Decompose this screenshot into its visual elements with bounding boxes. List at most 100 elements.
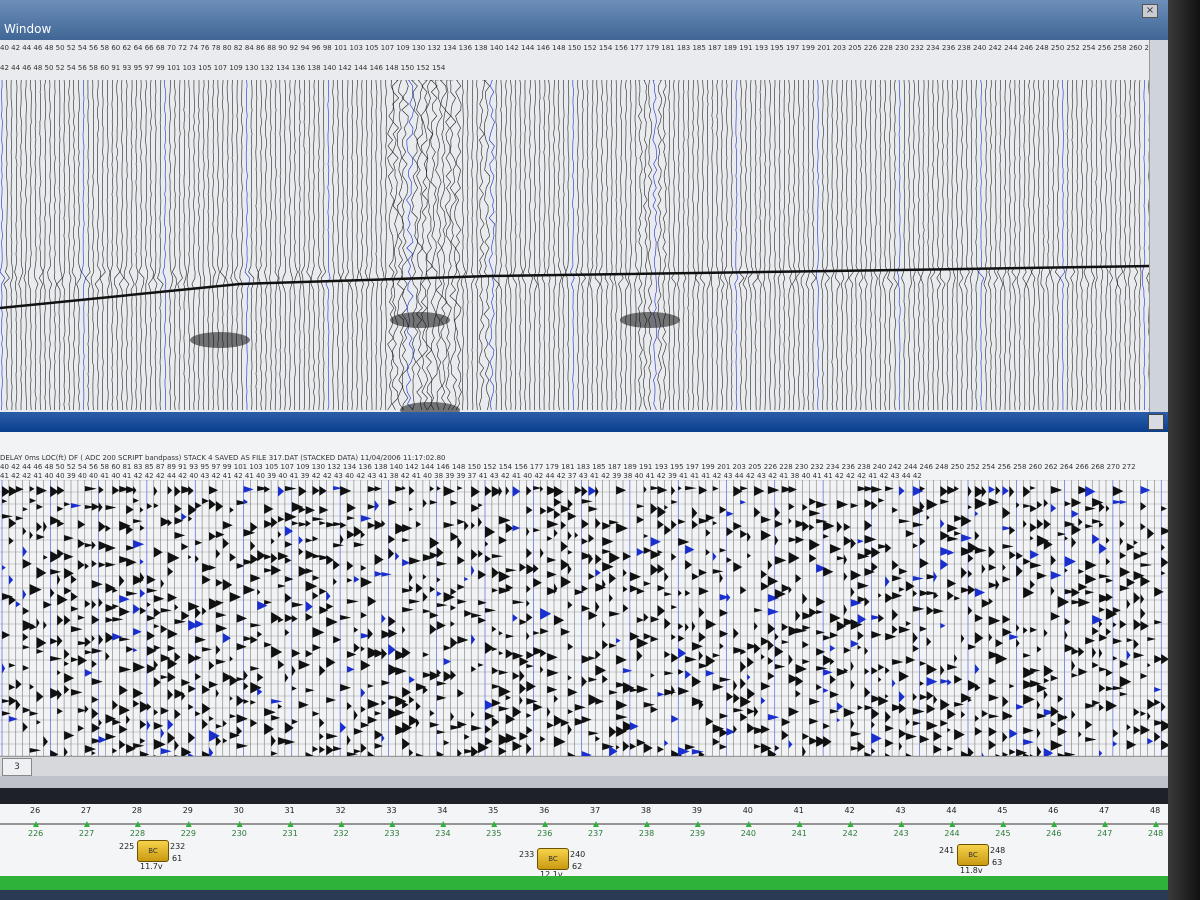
wiggle-fill bbox=[692, 507, 698, 519]
trace bbox=[298, 80, 302, 411]
wiggle-fill bbox=[215, 624, 228, 633]
wiggle-fill bbox=[657, 605, 666, 617]
wiggle-fill bbox=[1140, 502, 1147, 511]
seismograph-box[interactable]: BC bbox=[957, 844, 989, 866]
wiggle-fill bbox=[857, 614, 867, 625]
wiggle-fill bbox=[540, 649, 547, 658]
geophone-number: 244 bbox=[944, 829, 960, 838]
wiggle-fill bbox=[450, 621, 455, 627]
wiggle-fill bbox=[174, 486, 181, 497]
wiggle-fill bbox=[195, 620, 204, 629]
wiggle-fill bbox=[305, 538, 313, 543]
wiggle-fill bbox=[540, 507, 547, 515]
wiggle-fill bbox=[767, 560, 773, 571]
wiggle-fill bbox=[505, 486, 510, 496]
wiggle-fill bbox=[326, 657, 336, 668]
wiggle-fill bbox=[471, 613, 482, 618]
wiggle-fill bbox=[899, 729, 907, 739]
wiggle-fill bbox=[705, 619, 717, 630]
trace bbox=[652, 80, 658, 411]
wiggle-fill bbox=[761, 654, 765, 660]
wiggle-fill bbox=[29, 531, 33, 540]
wiggle-fill bbox=[919, 661, 927, 666]
tab-3[interactable]: 3 bbox=[2, 758, 32, 776]
trace bbox=[773, 80, 777, 411]
wiggle-fill bbox=[809, 718, 819, 725]
vertical-scrollbar[interactable] bbox=[1149, 40, 1168, 412]
wiggle-fill bbox=[878, 664, 885, 671]
wiggle-fill bbox=[761, 725, 770, 734]
wiggle-fill bbox=[188, 486, 194, 496]
wiggle-fill bbox=[485, 737, 493, 746]
trace bbox=[177, 80, 183, 411]
wiggle-fill bbox=[740, 661, 746, 673]
wiggle-fill bbox=[678, 519, 686, 525]
wiggle-fill bbox=[809, 554, 817, 563]
wiggle-fill bbox=[705, 717, 714, 726]
station-number: 48 bbox=[1150, 806, 1161, 815]
wiggle-fill bbox=[215, 645, 221, 655]
close-icon[interactable]: × bbox=[1142, 4, 1158, 18]
wiggle-fill bbox=[57, 594, 68, 606]
wiggle-fill bbox=[153, 739, 166, 750]
wiggle-fill bbox=[243, 499, 248, 505]
wiggle-fill bbox=[954, 729, 965, 741]
wiggle-fill bbox=[968, 486, 972, 497]
wiggle-fill bbox=[133, 628, 142, 636]
station-number: 34 bbox=[437, 806, 448, 815]
wiggle-fill bbox=[526, 600, 530, 607]
trace bbox=[855, 80, 859, 411]
wiggle-fill bbox=[64, 673, 75, 684]
wiggle-fill bbox=[485, 541, 489, 547]
station-number: 35 bbox=[488, 806, 499, 815]
wiggle-fill bbox=[899, 671, 909, 682]
wiggle-fill bbox=[671, 486, 676, 496]
trace bbox=[958, 80, 964, 411]
wiggle-fill bbox=[188, 602, 200, 612]
wiggle-fill bbox=[91, 560, 97, 568]
wiggle-fill bbox=[1016, 624, 1020, 632]
wiggle-fill bbox=[1106, 537, 1110, 544]
panel-splitter[interactable] bbox=[0, 412, 1168, 432]
box-left-label: 241 bbox=[939, 846, 955, 855]
wiggle-fill bbox=[505, 523, 514, 534]
wiggle-fill bbox=[588, 677, 598, 683]
wiggle-fill bbox=[905, 581, 915, 592]
trace bbox=[1123, 80, 1127, 411]
trace bbox=[729, 80, 734, 411]
wiggle-fill bbox=[140, 607, 147, 615]
wiggle-fill bbox=[974, 715, 979, 722]
wiggle-fill bbox=[974, 664, 980, 675]
wiggle-fill bbox=[547, 536, 553, 542]
wiggle-fill bbox=[692, 573, 699, 581]
wiggle-fill bbox=[926, 606, 934, 616]
wiggle-fill bbox=[112, 700, 118, 711]
wiggle-fill bbox=[974, 531, 980, 541]
wiggle-fill bbox=[222, 521, 233, 530]
wiggle-fill bbox=[905, 733, 917, 740]
geophone-number: 235 bbox=[486, 829, 502, 838]
box-left-label: 233 bbox=[519, 850, 535, 859]
seismograph-box[interactable]: BC bbox=[537, 848, 569, 870]
wiggle-fill bbox=[871, 501, 878, 510]
wiggle-fill bbox=[623, 741, 630, 752]
wiggle-fill bbox=[457, 537, 462, 549]
wiggle-fill bbox=[767, 576, 779, 587]
wiggle-fill bbox=[512, 600, 525, 605]
seismograph-box[interactable]: BC bbox=[137, 840, 169, 862]
wiggle-fill bbox=[581, 538, 588, 545]
wiggle-fill bbox=[843, 708, 856, 718]
wiggle-fill bbox=[22, 633, 29, 642]
minimize-icon[interactable] bbox=[1148, 414, 1164, 430]
trace bbox=[454, 80, 462, 411]
horizontal-scrollbar[interactable] bbox=[0, 776, 1168, 788]
trace bbox=[85, 80, 91, 411]
wiggle-fill bbox=[409, 486, 415, 496]
wiggle-fill bbox=[98, 634, 104, 646]
trace bbox=[662, 80, 667, 411]
wiggle-fill bbox=[215, 579, 223, 587]
wiggle-fill bbox=[409, 572, 413, 583]
wiggle-fill bbox=[1050, 504, 1057, 513]
wiggle-fill bbox=[1030, 486, 1036, 490]
wiggle-fill bbox=[436, 591, 442, 597]
